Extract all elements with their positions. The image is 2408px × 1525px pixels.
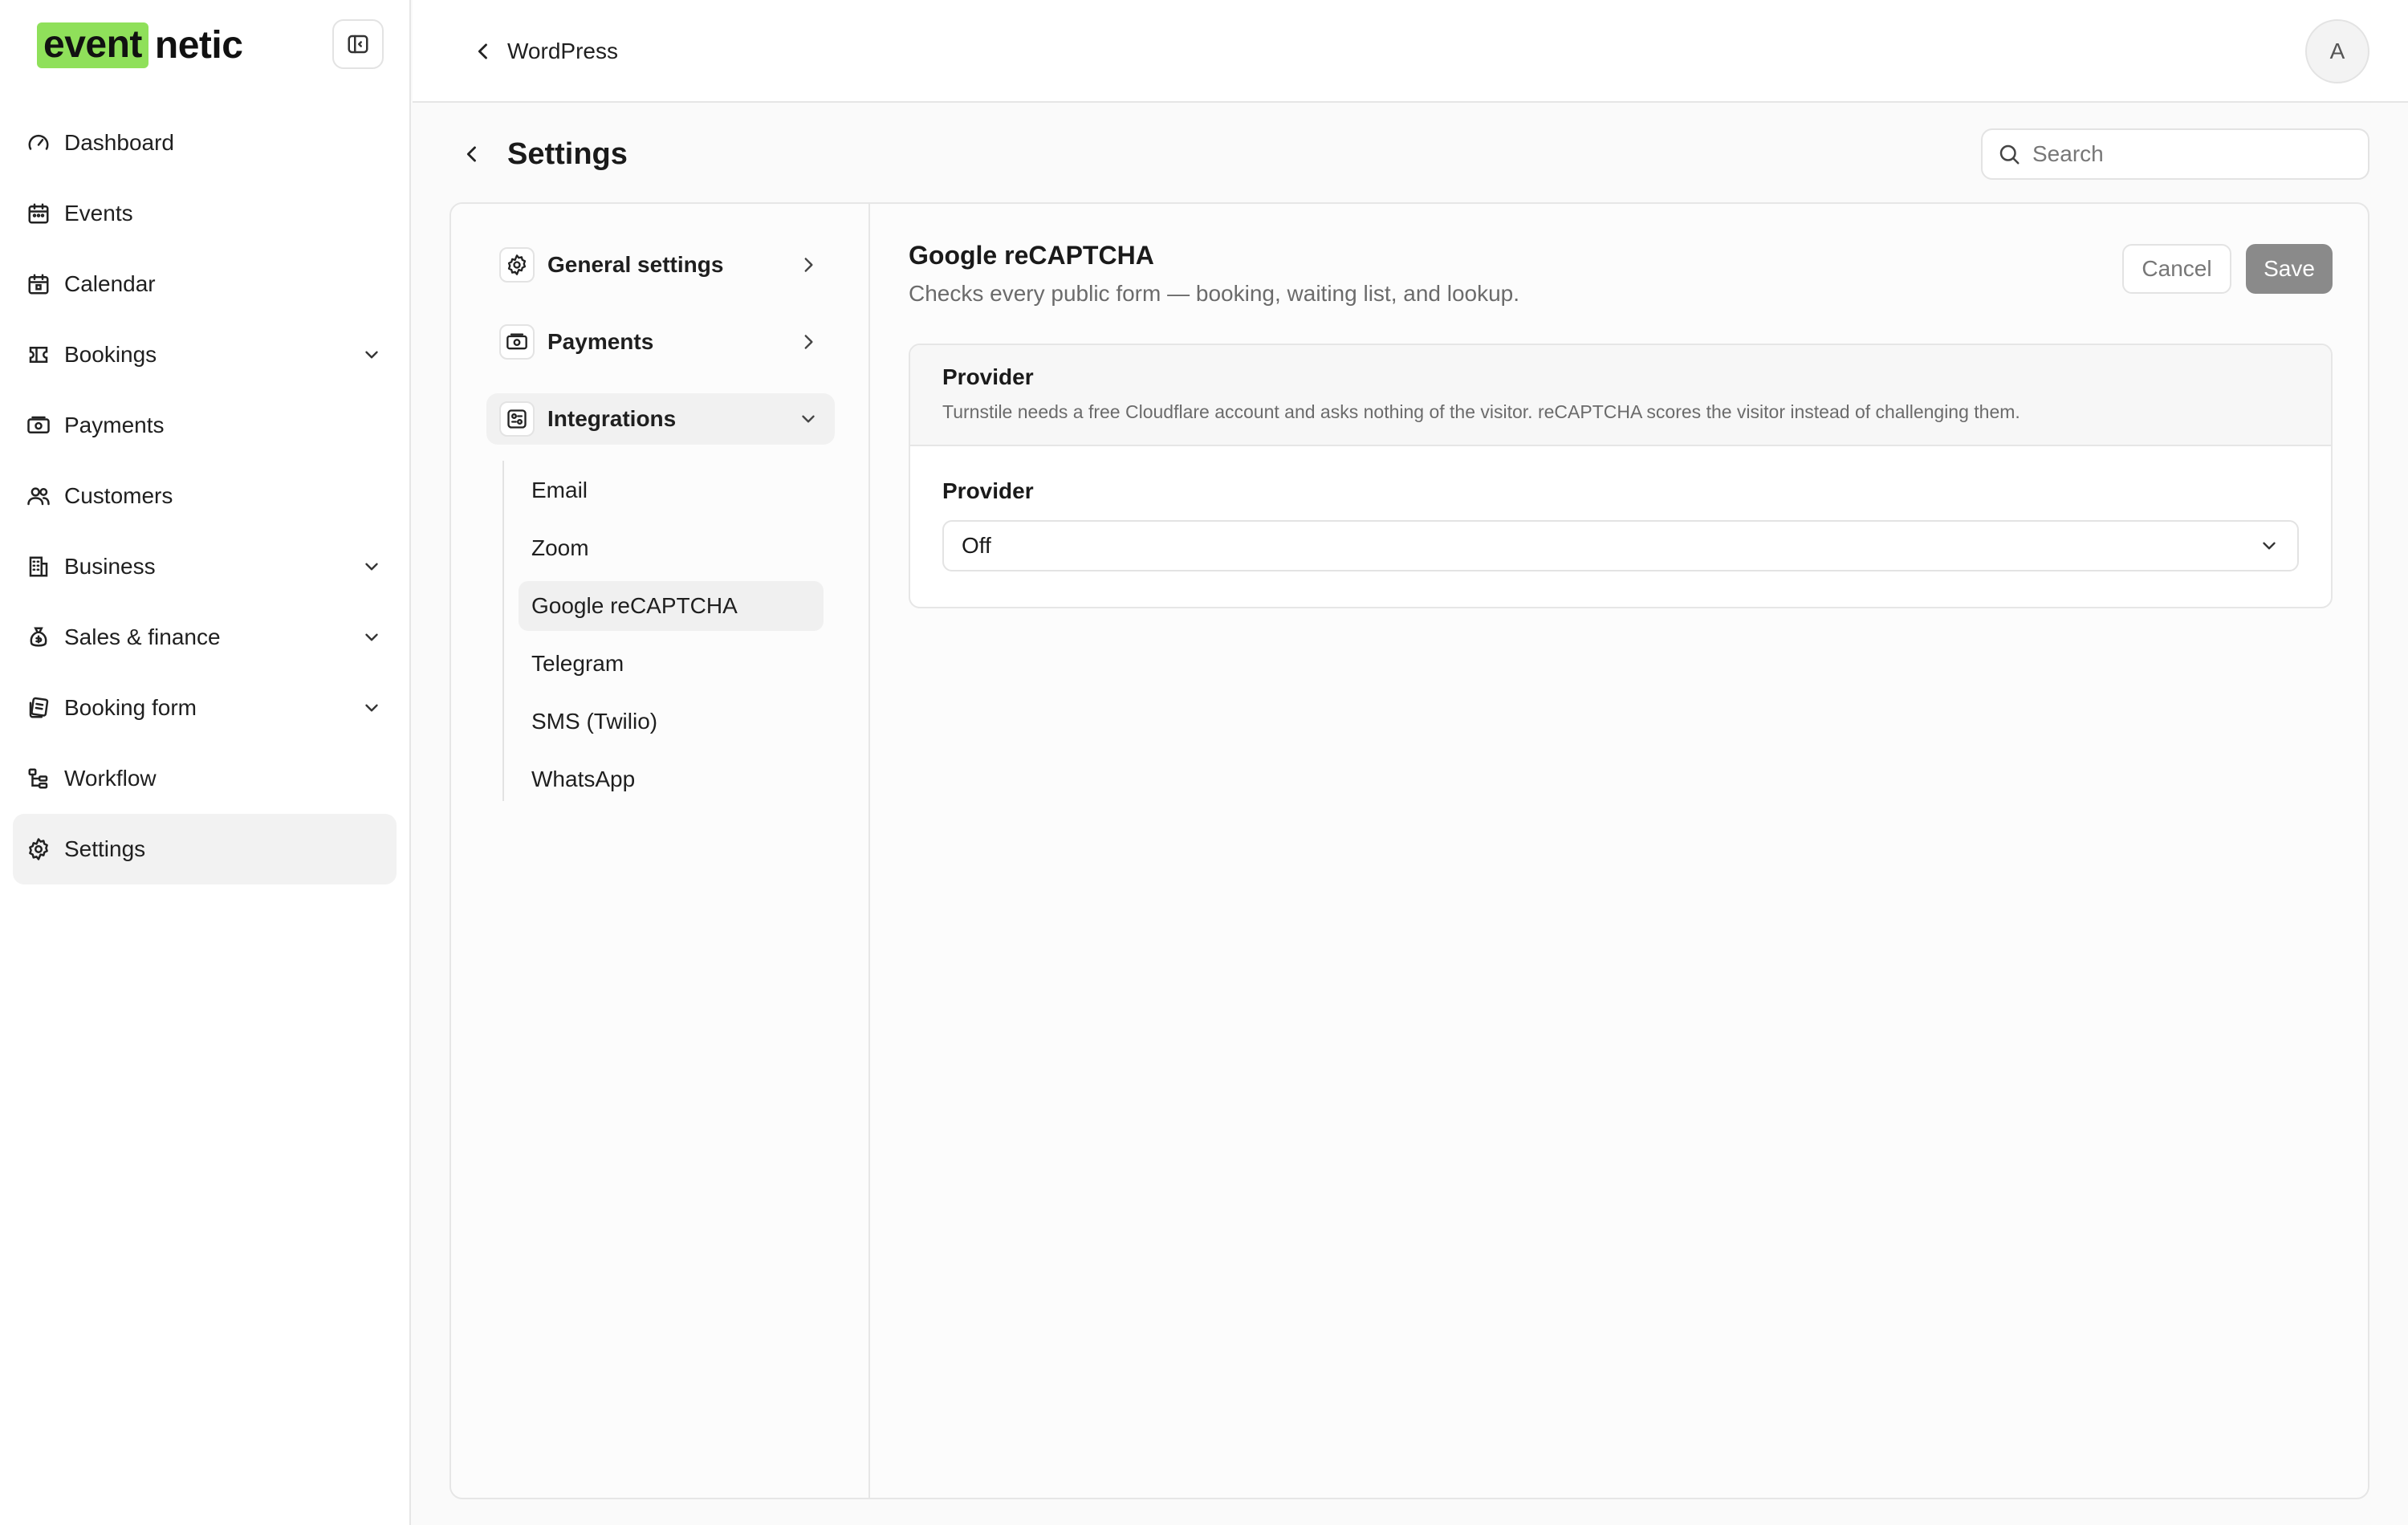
chevron-right-icon (804, 258, 813, 272)
chevron-left-icon (466, 146, 476, 162)
cancel-button[interactable]: Cancel (2122, 244, 2231, 294)
sidebar-item-payments[interactable]: Payments (13, 390, 397, 461)
banknote-icon (499, 324, 535, 360)
search-icon (1999, 144, 2020, 165)
chevron-down-icon (365, 704, 378, 712)
sidebar-toggle-button[interactable] (332, 19, 384, 69)
panel-description: Checks every public form — booking, wait… (909, 281, 1520, 306)
sidebar-item-label: Payments (64, 413, 165, 437)
settings-nav: General settings Payments Integrations E… (451, 204, 870, 1498)
sidebar-item-dashboard[interactable]: Dashboard (13, 108, 397, 178)
provider-section: Provider Turnstile needs a free Cloudfla… (909, 344, 2333, 608)
calendar-grid-icon (26, 271, 51, 297)
ticket-icon (26, 342, 51, 368)
topbar: WordPress A (413, 0, 2408, 103)
integrations-sublist: Email Zoom Google reCAPTCHA Telegram SMS… (502, 461, 840, 801)
building-icon (26, 554, 51, 580)
sidebar-item-label: Sales & finance (64, 624, 221, 649)
sidebar-toggle-icon (348, 35, 368, 54)
search-input[interactable] (2032, 141, 2353, 167)
form-icon (26, 695, 51, 721)
integrations-icon (499, 401, 535, 437)
chevron-left-icon (478, 43, 487, 59)
back-button[interactable] (461, 143, 483, 165)
sidebar-item-label: Calendar (64, 271, 156, 296)
settings-nav-payments[interactable]: Payments (486, 316, 835, 368)
search-box[interactable] (1981, 128, 2369, 180)
sidebar-item-label: Customers (64, 483, 173, 508)
sidebar-item-calendar[interactable]: Calendar (13, 249, 397, 319)
users-icon (26, 483, 51, 509)
sidebar-item-events[interactable]: Events (13, 178, 397, 249)
page-header: Settings (461, 130, 628, 178)
settings-nav-integrations[interactable]: Integrations (486, 393, 835, 445)
avatar[interactable]: A (2305, 19, 2369, 83)
sidebar-item-settings[interactable]: Settings (13, 814, 397, 885)
save-button[interactable]: Save (2246, 244, 2333, 294)
gauge-icon (26, 130, 51, 156)
integration-item-email[interactable]: Email (519, 466, 824, 515)
sidebar-item-label: Workflow (64, 766, 157, 791)
sidebar-item-label: Dashboard (64, 130, 174, 155)
chevron-down-icon (365, 563, 378, 571)
section-body: Provider Off (910, 446, 2331, 571)
gear-icon (499, 247, 535, 283)
sidebar-item-label: Events (64, 201, 133, 226)
logo-highlight: event (37, 22, 148, 68)
settings-nav-label: Integrations (547, 406, 677, 431)
back-link-label: WordPress (507, 39, 618, 63)
provider-select-value: Off (962, 533, 991, 558)
integration-item-sms-twilio[interactable]: SMS (Twilio) (519, 697, 824, 746)
chevron-down-icon (365, 633, 378, 641)
panel-title: Google reCAPTCHA (909, 241, 1154, 270)
chevron-down-icon (802, 415, 815, 423)
logo-rest: netic (154, 23, 243, 67)
sidebar-item-label: Settings (64, 836, 146, 861)
integration-item-telegram[interactable]: Telegram (519, 639, 824, 689)
settings-nav-label: General settings (547, 252, 724, 277)
banknote-icon (26, 413, 51, 438)
sidebar-item-workflow[interactable]: Workflow (13, 743, 397, 814)
sidebar-item-label: Bookings (64, 342, 157, 367)
chevron-down-icon (2263, 542, 2276, 550)
sidebar-item-booking-form[interactable]: Booking form (13, 673, 397, 743)
integration-item-google-recaptcha[interactable]: Google reCAPTCHA (519, 581, 824, 631)
sidebar-item-business[interactable]: Business (13, 531, 397, 602)
section-header: Provider Turnstile needs a free Cloudfla… (910, 345, 2331, 446)
sidebar-item-label: Booking form (64, 695, 197, 720)
workflow-icon (26, 766, 51, 791)
provider-field-label: Provider (942, 478, 1034, 503)
chevron-right-icon (804, 335, 813, 349)
sidebar-item-sales-finance[interactable]: Sales & finance (13, 602, 397, 673)
page-title: Settings (507, 136, 628, 171)
gear-icon (26, 836, 51, 862)
provider-select[interactable]: Off (942, 520, 2299, 571)
main-nav: Dashboard Events Calendar Bookings Payme… (13, 108, 397, 885)
back-to-wordpress-link[interactable]: WordPress (472, 32, 618, 71)
settings-card: General settings Payments Integrations E… (449, 202, 2369, 1499)
integration-item-whatsapp[interactable]: WhatsApp (519, 754, 824, 804)
brand-logo[interactable]: event netic (37, 21, 243, 69)
sidebar: event netic Dashboard Events Calendar Boo… (0, 0, 411, 1525)
sidebar-item-customers[interactable]: Customers (13, 461, 397, 531)
integration-item-zoom[interactable]: Zoom (519, 523, 824, 573)
chevron-down-icon (365, 351, 378, 359)
sidebar-item-label: Business (64, 554, 156, 579)
settings-nav-label: Payments (547, 329, 654, 354)
section-title: Provider (942, 364, 1034, 389)
calendar-icon (26, 201, 51, 226)
section-subtitle: Turnstile needs a free Cloudflare accoun… (942, 401, 2020, 422)
settings-nav-general[interactable]: General settings (486, 239, 835, 291)
sidebar-item-bookings[interactable]: Bookings (13, 319, 397, 390)
money-bag-icon (26, 624, 51, 650)
